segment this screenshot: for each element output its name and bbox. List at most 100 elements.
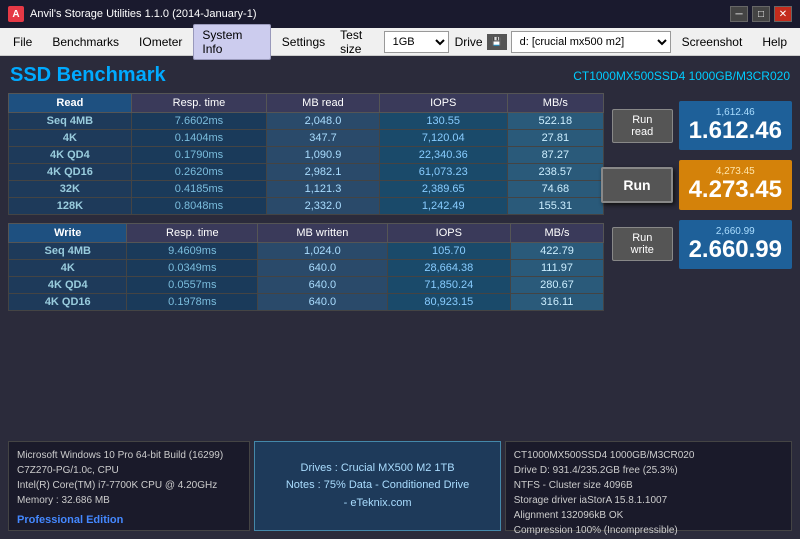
close-button[interactable]: ✕ (774, 6, 792, 22)
table-row: 4K QD16 0.2620ms 2,982.1 61,073.23 238.5… (9, 164, 604, 181)
resp-time: 0.4185ms (131, 181, 266, 198)
write-score-value: 2.660.99 (689, 237, 782, 263)
row-label: 4K (9, 260, 127, 277)
table-row: 128K 0.8048ms 2,332.0 1,242.49 155.31 (9, 198, 604, 215)
iops: 22,340.36 (379, 147, 507, 164)
iops: 7,120.04 (379, 130, 507, 147)
mbs: 27.81 (507, 130, 603, 147)
resp-time: 0.1404ms (131, 130, 266, 147)
right-panel: Run read 1,612.46 1.612.46 Run 4,273.45 … (612, 93, 792, 435)
notes-line2: Notes : 75% Data - Conditioned Drive (286, 477, 469, 495)
read-score-box: 1,612.46 1.612.46 (679, 101, 792, 150)
mb-read: 1,121.3 (267, 181, 380, 198)
mbs-header-w: MB/s (511, 224, 604, 243)
drive-info-line4: Storage driver iaStorA 15.8.1.1007 (514, 493, 783, 508)
mbs-header: MB/s (507, 94, 603, 113)
mbs: 422.79 (511, 243, 604, 260)
notes-line1: Drives : Crucial MX500 M2 1TB (286, 460, 469, 478)
drive-info-line5: Alignment 132096kB OK (514, 508, 783, 523)
sys-line2: C7Z270-PG/1.0c, CPU (17, 463, 241, 478)
iops: 71,850.24 (387, 277, 510, 294)
test-size-label: Test size (340, 28, 379, 56)
benchmark-header: SSD Benchmark CT1000MX500SSD4 1000GB/M3C… (8, 64, 792, 87)
menu-system-info[interactable]: System Info (193, 24, 270, 60)
read-header: Read (9, 94, 132, 113)
mb-read: 2,048.0 (267, 113, 380, 130)
mb-read: 1,090.9 (267, 147, 380, 164)
write-table: Write Resp. time MB written IOPS MB/s Se… (8, 223, 604, 311)
table-row: Seq 4MB 9.4609ms 1,024.0 105.70 422.79 (9, 243, 604, 260)
drive-group: Drive 💾 d: [crucial mx500 m2] (455, 31, 671, 53)
maximize-button[interactable]: □ (752, 6, 770, 22)
test-size-select[interactable]: 1GB 256MB 512MB 4GB (384, 31, 449, 53)
menu-benchmarks[interactable]: Benchmarks (43, 31, 128, 53)
menu-iometer[interactable]: IOmeter (130, 31, 191, 53)
run-button[interactable]: Run (601, 167, 672, 203)
notes-line3: - eTeknix.com (286, 495, 469, 513)
row-label: Seq 4MB (9, 243, 127, 260)
test-size-group: Test size 1GB 256MB 512MB 4GB (340, 28, 448, 56)
row-label: 4K QD4 (9, 147, 132, 164)
drive-info-line2: Drive D: 931.4/235.2GB free (25.3%) (514, 463, 783, 478)
sys-line3: Intel(R) Core(TM) i7-7700K CPU @ 4.20GHz (17, 478, 241, 493)
mbs: 316.11 (511, 294, 604, 311)
main-content: SSD Benchmark CT1000MX500SSD4 1000GB/M3C… (0, 56, 800, 539)
run-write-button[interactable]: Run write (612, 227, 673, 261)
iops: 1,242.49 (379, 198, 507, 215)
pro-edition-label: Professional Edition (17, 512, 241, 529)
mb-written: 1,024.0 (258, 243, 387, 260)
title-bar: A Anvil's Storage Utilities 1.1.0 (2014-… (0, 0, 800, 28)
run-read-button[interactable]: Run read (612, 109, 673, 143)
row-label: 4K QD16 (9, 164, 132, 181)
sys-line4: Memory : 32.686 MB (17, 493, 241, 508)
row-label: 4K (9, 130, 132, 147)
ssd-benchmark-title: SSD Benchmark (10, 64, 166, 87)
iops: 80,923.15 (387, 294, 510, 311)
mb-written: 640.0 (258, 294, 387, 311)
menu-settings[interactable]: Settings (273, 31, 334, 53)
resp-time: 0.2620ms (131, 164, 266, 181)
resp-time: 0.0349ms (127, 260, 258, 277)
row-label: 32K (9, 181, 132, 198)
tables-section: Read Resp. time MB read IOPS MB/s Seq 4M… (8, 93, 604, 435)
iops: 61,073.23 (379, 164, 507, 181)
write-score-box: 2,660.99 2.660.99 (679, 220, 792, 269)
read-table: Read Resp. time MB read IOPS MB/s Seq 4M… (8, 93, 604, 215)
resp-time: 0.1790ms (131, 147, 266, 164)
resp-time-header: Resp. time (131, 94, 266, 113)
app-icon: A (8, 6, 24, 22)
read-score-value: 1.612.46 (689, 118, 782, 144)
iops: 2,389.65 (379, 181, 507, 198)
benchmark-area: Read Resp. time MB read IOPS MB/s Seq 4M… (8, 93, 792, 435)
menu-screenshot[interactable]: Screenshot (673, 31, 752, 53)
drive-info-panel: CT1000MX500SSD4 1000GB/M3CR020 Drive D: … (505, 441, 792, 531)
resp-time: 0.0557ms (127, 277, 258, 294)
menu-bar: File Benchmarks IOmeter System Info Sett… (0, 28, 800, 56)
row-label: 128K (9, 198, 132, 215)
total-score-box: 4,273.45 4.273.45 (679, 160, 792, 209)
table-row: 4K 0.0349ms 640.0 28,664.38 111.97 (9, 260, 604, 277)
window-controls: ─ □ ✕ (730, 6, 792, 22)
total-score-value: 4.273.45 (689, 177, 782, 203)
menu-help[interactable]: Help (753, 31, 796, 53)
mb-read: 347.7 (267, 130, 380, 147)
table-row: 4K QD4 0.0557ms 640.0 71,850.24 280.67 (9, 277, 604, 294)
table-row: 32K 0.4185ms 1,121.3 2,389.65 74.68 (9, 181, 604, 198)
mb-read: 2,982.1 (267, 164, 380, 181)
table-row: 4K QD4 0.1790ms 1,090.9 22,340.36 87.27 (9, 147, 604, 164)
drive-icon: 💾 (487, 34, 507, 50)
write-header: Write (9, 224, 127, 243)
iops: 28,664.38 (387, 260, 510, 277)
sys-line1: Microsoft Windows 10 Pro 64-bit Build (1… (17, 448, 241, 463)
iops: 130.55 (379, 113, 507, 130)
mb-written: 640.0 (258, 260, 387, 277)
row-label: Seq 4MB (9, 113, 132, 130)
menu-file[interactable]: File (4, 31, 41, 53)
minimize-button[interactable]: ─ (730, 6, 748, 22)
resp-time: 0.1978ms (127, 294, 258, 311)
iops-header: IOPS (379, 94, 507, 113)
table-row: 4K 0.1404ms 347.7 7,120.04 27.81 (9, 130, 604, 147)
resp-time: 9.4609ms (127, 243, 258, 260)
drive-select[interactable]: d: [crucial mx500 m2] (511, 31, 671, 53)
table-row: 4K QD16 0.1978ms 640.0 80,923.15 316.11 (9, 294, 604, 311)
